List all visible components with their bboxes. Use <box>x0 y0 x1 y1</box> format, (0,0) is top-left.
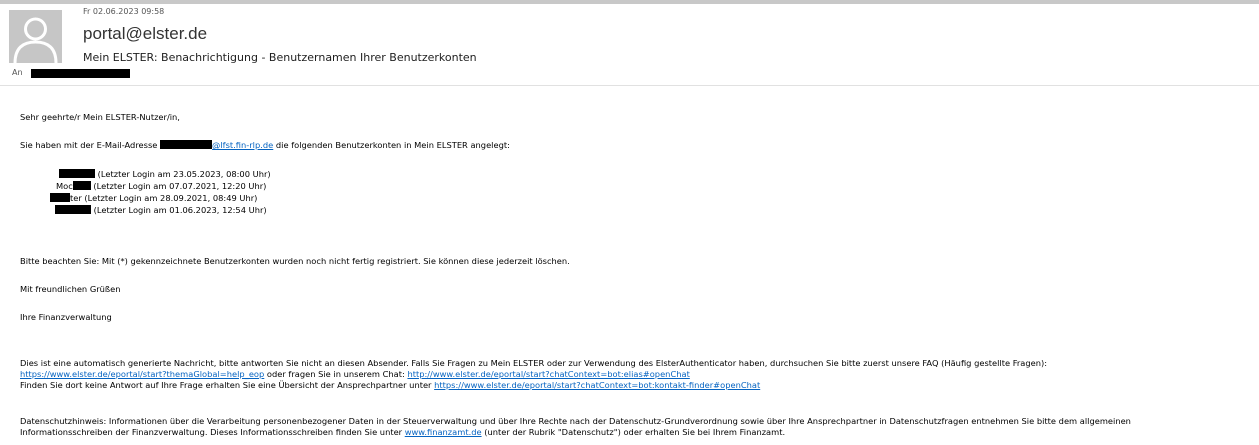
contact-finder-link[interactable]: https://www.elster.de/eportal/start?chat… <box>434 380 760 390</box>
sender-address[interactable]: portal@elster.de <box>83 24 207 44</box>
greeting-text: Sehr geehrte/r Mein ELSTER-Nutzer/in, <box>20 112 180 122</box>
registration-note: Bitte beachten Sie: Mit (*) gekennzeichn… <box>20 256 570 266</box>
sender-avatar[interactable] <box>9 10 62 63</box>
closing-text: Mit freundlichen Grüßen <box>20 284 121 294</box>
recipient-redacted <box>31 69 130 78</box>
chat-text: oder fragen Sie in unserem Chat: <box>264 369 408 379</box>
privacy-text-before: Informationsschreiben der Finanzverwaltu… <box>20 427 405 437</box>
contact-line: Finden Sie dort keine Antwort auf Ihre F… <box>20 380 760 391</box>
contact-text: Finden Sie dort keine Antwort auf Ihre F… <box>20 380 435 390</box>
header-divider <box>0 85 1259 86</box>
finanzamt-link[interactable]: www.finanzamt.de <box>405 427 482 437</box>
username-redacted <box>55 205 91 214</box>
username-redacted <box>50 193 70 202</box>
account-login-info: (Letzter Login am 23.05.2023, 08:00 Uhr) <box>95 169 271 179</box>
signature-text: Ihre Finanzverwaltung <box>20 312 112 322</box>
intro-paragraph: Sie haben mit der E-Mail-Adresse @lfst.f… <box>20 140 510 151</box>
message-subject: Mein ELSTER: Benachrichtigung - Benutzer… <box>83 51 477 64</box>
account-row-2: Moc (Letzter Login am 07.07.2021, 12:20 … <box>56 181 266 191</box>
person-icon <box>9 10 62 63</box>
chat-link[interactable]: http://www.elster.de/eportal/start?chatC… <box>407 369 689 379</box>
faq-line: https://www.elster.de/eportal/start?them… <box>20 369 690 380</box>
email-redacted <box>160 140 213 149</box>
account-row-4: (Letzter Login am 01.06.2023, 12:54 Uhr) <box>55 205 267 215</box>
account-login-info: ter (Letzter Login am 28.09.2021, 08:49 … <box>70 193 258 203</box>
privacy-text-after: (unter der Rubrik "Datenschutz") oder er… <box>481 427 786 437</box>
account-login-info: (Letzter Login am 01.06.2023, 12:54 Uhr) <box>91 205 267 215</box>
account-row-3: ter (Letzter Login am 28.09.2021, 08:49 … <box>50 193 257 203</box>
email-domain-link[interactable]: @lfst.fin-rlp.de <box>212 140 273 150</box>
message-date: Fr 02.06.2023 09:58 <box>83 7 165 16</box>
username-redacted <box>72 181 91 190</box>
auto-message-line: Dies ist eine automatisch generierte Nac… <box>20 358 1048 368</box>
account-login-info: (Letzter Login am 07.07.2021, 12:20 Uhr) <box>90 181 267 191</box>
intro-text-before: Sie haben mit der E-Mail-Adresse <box>20 140 161 150</box>
window-top-border <box>0 0 1259 4</box>
account-row-1: (Letzter Login am 23.05.2023, 08:00 Uhr) <box>59 169 271 179</box>
privacy-line-1: Datenschutzhinweis: Informationen über d… <box>20 416 1131 426</box>
intro-text-after: die folgenden Benutzerkonten in Mein ELS… <box>273 140 510 150</box>
username-prefix: Moc <box>56 181 73 191</box>
faq-link[interactable]: https://www.elster.de/eportal/start?them… <box>20 369 264 379</box>
username-redacted <box>59 169 95 178</box>
privacy-line-2: Informationsschreiben der Finanzverwaltu… <box>20 427 785 438</box>
recipient-label: An <box>12 68 23 77</box>
